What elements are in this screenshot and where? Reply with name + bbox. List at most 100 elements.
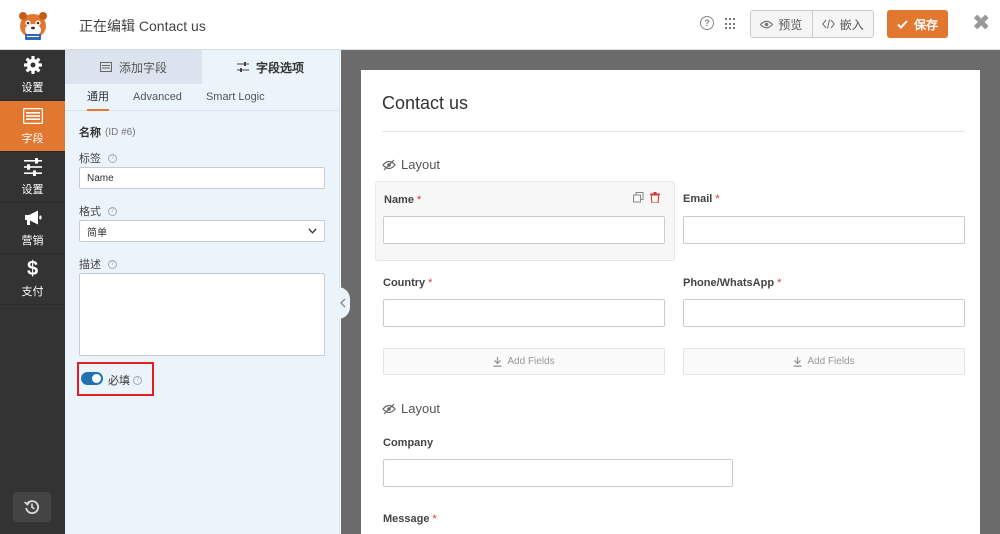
format-option-text: 格式 (79, 206, 101, 218)
required-label-text: 必填 (108, 375, 130, 387)
nav-item-label: 设置 (21, 184, 44, 196)
help-icon[interactable]: ? (700, 16, 714, 30)
field-heading: 名称 (ID #6) (79, 124, 136, 140)
field-options-panel: 添加字段 字段选项 通用 Advanced Smart Logic 名称 (ID… (65, 50, 340, 534)
field-label-text: Email (683, 193, 713, 205)
layout-label: Layout (401, 401, 441, 416)
form-title[interactable]: Contact us (382, 93, 468, 114)
nav-item-payments[interactable]: $ 支付 (0, 254, 65, 305)
add-fields-label: Add Fields (507, 356, 555, 367)
chevron-left-icon (340, 298, 346, 308)
gear-icon (23, 55, 43, 75)
subtab-advanced[interactable]: Advanced (133, 84, 182, 111)
nav-item-settings-2[interactable]: 设置 (0, 152, 65, 203)
help-icon[interactable]: ? (133, 375, 142, 385)
field-type-name: 名称 (79, 127, 101, 139)
help-icon[interactable]: ? (108, 206, 117, 216)
embed-label: 嵌入 (839, 17, 864, 32)
field-company[interactable]: Company (375, 426, 775, 496)
duplicate-icon[interactable] (633, 192, 644, 203)
nav-item-label: 营销 (21, 235, 44, 247)
field-label: Message * (383, 513, 437, 525)
field-label: Phone/WhatsApp * (683, 277, 781, 289)
dots-grid-icon[interactable] (725, 18, 737, 30)
required-toggle[interactable] (81, 372, 103, 385)
nav-item-marketing[interactable]: 营销 (0, 203, 65, 254)
preview-button[interactable]: 预览 (751, 11, 812, 37)
preview-embed-group: 预览 嵌入 (750, 10, 874, 38)
field-id: (ID #6) (105, 126, 136, 138)
check-icon (897, 19, 908, 29)
form-preview-area: Contact us Layout Name * Email * Country… (341, 50, 1000, 534)
name-input[interactable] (383, 216, 665, 244)
panel-tabs: 添加字段 字段选项 (65, 50, 339, 84)
field-country[interactable]: Country * (375, 265, 675, 335)
page-title: 正在编辑 Contact us (79, 18, 206, 34)
description-textarea[interactable] (79, 273, 325, 356)
required-star: * (428, 277, 433, 289)
save-button[interactable]: 保存 (887, 10, 948, 38)
nav-item-settings[interactable]: 设置 (0, 50, 65, 101)
revisions-button[interactable] (13, 492, 51, 522)
eye-slash-icon (382, 403, 396, 414)
form-canvas: Contact us Layout Name * Email * Country… (361, 70, 980, 534)
help-icon[interactable]: ? (108, 153, 117, 163)
field-label-text: Message (383, 513, 430, 525)
trash-icon[interactable] (650, 192, 660, 203)
field-label: Country * (383, 277, 432, 289)
label-option-title: 标签 ? (79, 150, 117, 166)
tab-field-options[interactable]: 字段选项 (202, 50, 339, 84)
required-star: * (777, 277, 782, 289)
field-label-text: Name (384, 194, 414, 206)
sliders-icon (236, 62, 249, 72)
layout-heading-1[interactable]: Layout (382, 157, 440, 172)
field-name[interactable]: Name * (375, 181, 675, 261)
fields-icon (22, 106, 43, 126)
layout-heading-2[interactable]: Layout (382, 401, 440, 416)
help-icon[interactable]: ? (108, 259, 117, 269)
phone-input[interactable] (683, 299, 965, 327)
required-star: * (715, 193, 720, 205)
email-input[interactable] (683, 216, 965, 244)
required-highlight: 必填 ? (77, 362, 154, 396)
eye-slash-icon (382, 159, 396, 170)
field-message[interactable]: Message * (375, 502, 675, 534)
close-icon[interactable]: ✖ (972, 11, 990, 35)
eye-icon (760, 20, 774, 28)
field-label: Name * (384, 194, 421, 206)
wpforms-logo (0, 0, 65, 50)
country-input[interactable] (383, 299, 665, 327)
subtab-smart-logic[interactable]: Smart Logic (206, 84, 265, 111)
save-label: 保存 (913, 17, 938, 32)
label-option-text: 标签 (79, 153, 101, 165)
field-label: Company (383, 437, 434, 449)
field-actions (633, 192, 660, 203)
layout-label: Layout (401, 157, 441, 172)
divider (382, 131, 965, 132)
code-icon (821, 19, 835, 29)
megaphone-icon (23, 208, 43, 228)
list-icon (99, 62, 112, 72)
format-select[interactable]: 简单 (79, 220, 325, 242)
add-fields-button[interactable]: Add Fields (683, 348, 965, 375)
required-star: * (416, 194, 422, 206)
chevron-down-icon (308, 228, 317, 234)
subtab-general[interactable]: 通用 (87, 84, 109, 111)
sliders-icon (23, 157, 43, 177)
top-bar: 正在编辑 Contact us ? 预览 嵌入 保存 ✖ (0, 0, 1000, 50)
nav-item-fields[interactable]: 字段 (0, 101, 65, 152)
company-input[interactable] (383, 459, 733, 487)
field-label: Email * (683, 193, 720, 205)
field-label-text: Phone/WhatsApp (683, 277, 775, 289)
field-email[interactable]: Email * (675, 181, 975, 261)
label-input[interactable]: Name (79, 167, 325, 189)
add-fields-label: Add Fields (807, 356, 855, 367)
add-fields-button[interactable]: Add Fields (383, 348, 665, 375)
nav-item-label: 支付 (21, 286, 44, 298)
tab-label: 字段选项 (255, 60, 304, 75)
dollar-icon: $ (26, 257, 39, 280)
builder-sidebar: 设置 字段 设置 营销 $ 支付 (0, 50, 65, 534)
embed-button[interactable]: 嵌入 (811, 11, 874, 37)
field-phone[interactable]: Phone/WhatsApp * (675, 265, 975, 335)
tab-add-fields[interactable]: 添加字段 (65, 50, 202, 84)
